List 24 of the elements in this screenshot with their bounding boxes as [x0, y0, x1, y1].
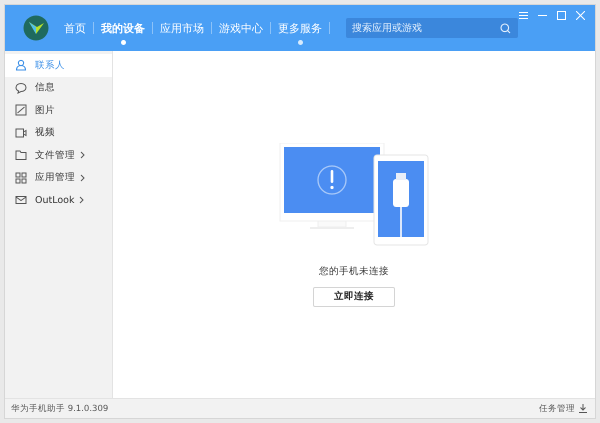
- version-label: 华为手机助手 9.1.0.309: [11, 402, 108, 414]
- envelope-icon: [15, 194, 27, 206]
- download-icon: [579, 404, 587, 413]
- status-message: 您的手机未连接: [319, 265, 389, 278]
- task-manager-button[interactable]: 任务管理: [539, 402, 587, 414]
- app-logo: [23, 15, 49, 41]
- search-field[interactable]: 搜索应用或游戏: [346, 18, 518, 38]
- sidebar-item[interactable]: 信息: [5, 76, 112, 99]
- sidebar-item[interactable]: 应用管理: [5, 166, 112, 189]
- menu-icon[interactable]: [519, 11, 528, 20]
- sidebar-item[interactable]: OutLook: [5, 189, 112, 212]
- sidebar-item[interactable]: 文件管理: [5, 144, 112, 166]
- search-icon[interactable]: [500, 23, 511, 34]
- maximize-icon[interactable]: [557, 11, 566, 20]
- grid-icon: [15, 172, 27, 184]
- connect-button[interactable]: 立即连接: [313, 287, 395, 307]
- sidebar-item[interactable]: 视频: [5, 122, 112, 144]
- close-icon[interactable]: [576, 11, 585, 20]
- video-icon: [15, 126, 27, 139]
- person-icon: [15, 59, 27, 72]
- folder-icon: [15, 149, 27, 162]
- sidebar-item[interactable]: 图片: [5, 99, 112, 122]
- speech-bubble-icon: [15, 82, 27, 94]
- picture-icon: [15, 104, 27, 116]
